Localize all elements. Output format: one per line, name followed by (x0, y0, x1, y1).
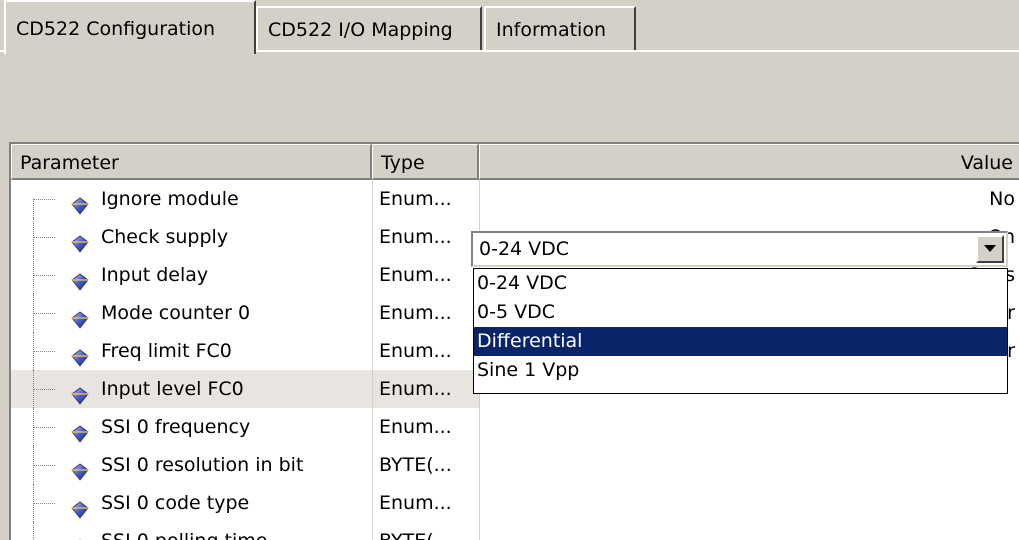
parameter-gem-icon (71, 190, 89, 215)
dropdown-list[interactable]: 0-24 VDC 0-5 VDC Differential Sine 1 Vpp (473, 268, 1008, 394)
parameter-cell[interactable]: Mode counter 0 (11, 294, 372, 332)
parameter-cell[interactable]: SSI 0 frequency (11, 408, 372, 446)
type-cell: Enum... (372, 180, 479, 218)
type-cell: Enum... (372, 218, 479, 256)
parameter-name: Mode counter 0 (101, 302, 251, 324)
column-header-value[interactable]: Value (479, 144, 1019, 180)
parameter-name: SSI 0 resolution in bit (101, 454, 304, 476)
value-cell[interactable]: No (479, 180, 1019, 218)
parameter-name: SSI 0 polling time (101, 522, 267, 540)
parameter-gem-icon (71, 418, 89, 443)
type-cell: BYTE(... (372, 446, 479, 484)
tree-connector (33, 237, 55, 238)
type-cell: Enum... (372, 294, 479, 332)
tree-connector (33, 465, 55, 466)
table-row[interactable]: SSI 0 code type Enum... (11, 484, 1019, 522)
value-cell[interactable] (479, 522, 1019, 540)
type-cell: BYTE(... (372, 522, 479, 540)
parameter-cell[interactable]: SSI 0 resolution in bit (11, 446, 372, 484)
parameter-gem-icon (71, 266, 89, 291)
parameter-gem-icon (71, 304, 89, 329)
tree-connector (33, 427, 55, 428)
type-cell: Enum... (372, 408, 479, 446)
parameter-name: Freq limit FC0 (101, 340, 232, 362)
tree-connector (33, 389, 55, 390)
dropdown-option-highlighted[interactable]: Differential (474, 327, 1007, 356)
tab-cd522-io-mapping[interactable]: CD522 I/O Mapping (256, 6, 482, 50)
value-cell[interactable] (479, 484, 1019, 522)
tree-connector (33, 522, 34, 540)
table-row[interactable]: Ignore module Enum... No (11, 180, 1019, 218)
column-header-type[interactable]: Type (372, 144, 479, 180)
type-cell: Enum... (372, 370, 479, 408)
table-row[interactable]: SSI 0 resolution in bit BYTE(... (11, 446, 1019, 484)
parameter-gem-icon (71, 494, 89, 519)
tree-connector (33, 351, 55, 352)
parameter-gem-icon (71, 456, 89, 481)
tree-connector (33, 503, 55, 504)
parameter-gem-icon (71, 228, 89, 253)
type-cell: Enum... (372, 332, 479, 370)
dropdown-option[interactable]: 0-24 VDC (474, 269, 1007, 298)
parameter-cell[interactable]: Ignore module (11, 180, 372, 218)
parameter-gem-icon (71, 380, 89, 405)
parameter-name: Check supply (101, 226, 229, 248)
type-cell: Enum... (372, 256, 479, 294)
table-row[interactable]: SSI 0 frequency Enum... (11, 408, 1019, 446)
tree-connector (33, 199, 55, 200)
parameter-name: Input delay (101, 264, 209, 286)
parameter-name: SSI 0 code type (101, 492, 250, 514)
tab-cd522-configuration[interactable]: CD522 Configuration (4, 0, 256, 54)
combobox-value: 0-24 VDC (479, 238, 570, 260)
parameter-gem-icon (71, 532, 89, 540)
dropdown-option[interactable]: 0-5 VDC (474, 298, 1007, 327)
table-row[interactable]: SSI 0 polling time BYTE(... (11, 522, 1019, 540)
grid-header: Parameter Type Value (11, 144, 1019, 180)
combobox-dropdown-button[interactable] (976, 235, 1004, 263)
parameter-cell[interactable]: SSI 0 code type (11, 484, 372, 522)
parameter-name: Input level FC0 (101, 378, 244, 400)
chevron-down-icon (984, 245, 996, 252)
parameter-cell[interactable]: Input delay (11, 256, 372, 294)
parameter-name: Ignore module (101, 188, 239, 210)
tree-connector (33, 275, 55, 276)
column-header-parameter[interactable]: Parameter (11, 144, 372, 180)
type-cell: Enum... (372, 484, 479, 522)
dropdown-option[interactable]: Sine 1 Vpp (474, 356, 1007, 385)
parameter-cell[interactable]: SSI 0 polling time (11, 522, 372, 540)
value-cell[interactable] (479, 408, 1019, 446)
value-cell[interactable] (479, 446, 1019, 484)
parameter-cell[interactable]: Freq limit FC0 (11, 332, 372, 370)
input-level-combobox[interactable]: 0-24 VDC (471, 231, 1008, 267)
tab-information[interactable]: Information (484, 6, 636, 50)
parameter-cell[interactable]: Input level FC0 (11, 370, 372, 408)
parameter-name: SSI 0 frequency (101, 416, 251, 438)
tree-connector (33, 199, 34, 218)
parameter-cell[interactable]: Check supply (11, 218, 372, 256)
parameter-gem-icon (71, 342, 89, 367)
tree-connector (33, 313, 55, 314)
tab-strip: CD522 Configuration CD522 I/O Mapping In… (0, 0, 1019, 54)
